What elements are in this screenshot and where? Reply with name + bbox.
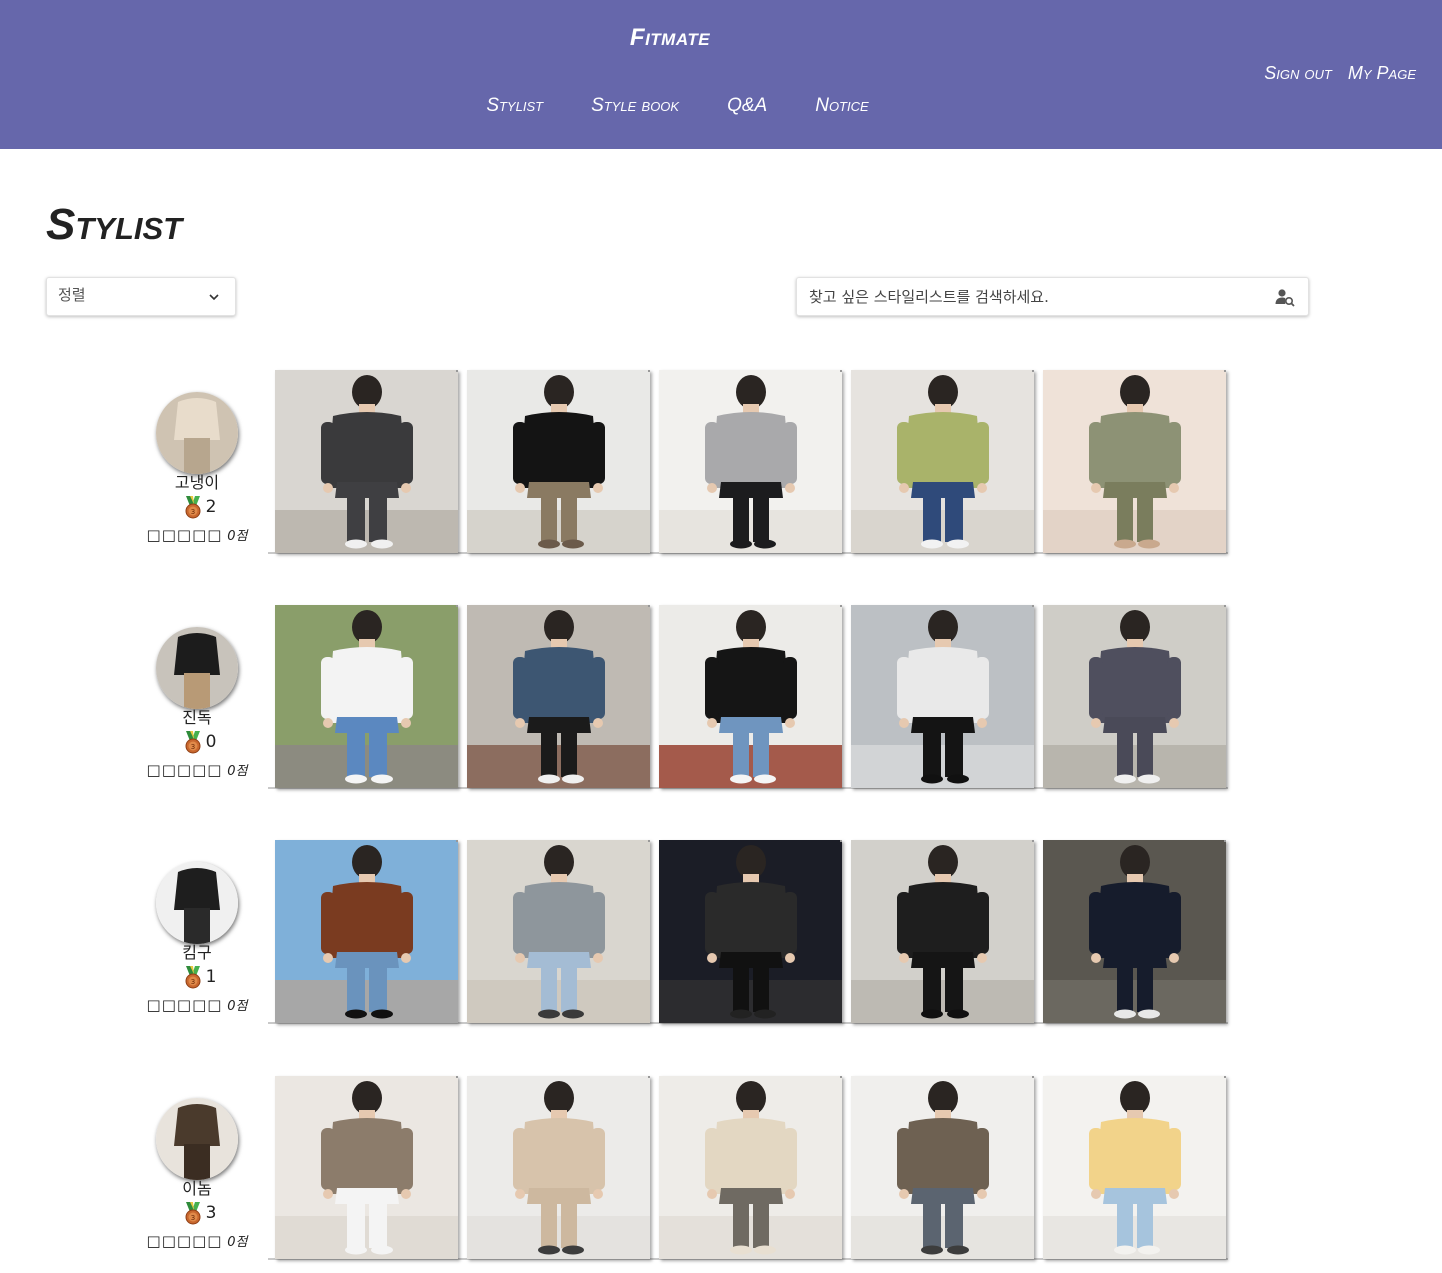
style-photo[interactable] bbox=[467, 370, 650, 553]
svg-text:3: 3 bbox=[190, 978, 194, 986]
my-page-link[interactable]: My Page bbox=[1348, 63, 1416, 84]
rating: □□□□□ 0점 bbox=[138, 760, 256, 779]
rating-score: 0점 bbox=[227, 529, 248, 544]
rating: □□□□□ 0점 bbox=[138, 995, 256, 1014]
rating: □□□□□ 0점 bbox=[138, 1231, 256, 1250]
nav-notice[interactable]: Notice bbox=[815, 95, 868, 117]
medal-count: 3 2 bbox=[138, 495, 256, 519]
svg-text:3: 3 bbox=[190, 508, 194, 516]
style-photo[interactable] bbox=[1043, 605, 1226, 788]
style-photo[interactable] bbox=[1043, 840, 1226, 1023]
style-photo[interactable] bbox=[275, 605, 458, 788]
bronze-medal-icon: 3 bbox=[182, 730, 204, 754]
svg-text:3: 3 bbox=[190, 1214, 194, 1222]
style-photo[interactable] bbox=[851, 370, 1034, 553]
svg-text:3: 3 bbox=[190, 743, 194, 751]
medal-count-value: 2 bbox=[205, 497, 217, 517]
bronze-medal-icon: 3 bbox=[182, 965, 204, 989]
top-header: Fitmate Stylist Style book Q&A Notice Si… bbox=[0, 0, 1442, 149]
rating-score: 0점 bbox=[227, 1235, 248, 1250]
stylist-name[interactable]: 고냉이 bbox=[138, 474, 256, 492]
rating-stars: □□□□□ bbox=[146, 761, 223, 779]
style-photo[interactable] bbox=[467, 1076, 650, 1259]
person-search-icon[interactable] bbox=[1274, 286, 1296, 308]
rating-stars: □□□□□ bbox=[146, 526, 223, 544]
stylist-row: 킴구 3 1 □□□□□ 0점 bbox=[0, 832, 1442, 1032]
style-photo-strip bbox=[268, 1068, 1228, 1260]
avatar[interactable] bbox=[156, 392, 238, 474]
stylist-row: 진독 3 0 □□□□□ 0점 bbox=[0, 597, 1442, 797]
style-photo[interactable] bbox=[1043, 370, 1226, 553]
medal-count: 3 0 bbox=[138, 730, 256, 754]
stylist-profile: 킴구 3 1 □□□□□ 0점 bbox=[138, 862, 256, 1014]
style-photo[interactable] bbox=[275, 1076, 458, 1259]
sort-select[interactable]: 정렬 bbox=[46, 277, 236, 316]
stylist-row: 이놈 3 3 □□□□□ 0점 bbox=[0, 1068, 1442, 1268]
stylist-name[interactable]: 이놈 bbox=[138, 1180, 256, 1198]
sort-select-label: 정렬 bbox=[58, 286, 86, 304]
main-nav: Stylist Style book Q&A Notice bbox=[0, 95, 1355, 117]
nav-qna[interactable]: Q&A bbox=[727, 95, 767, 117]
nav-style-book[interactable]: Style book bbox=[591, 95, 679, 117]
bronze-medal-icon: 3 bbox=[182, 495, 204, 519]
style-photo[interactable] bbox=[659, 840, 842, 1023]
avatar[interactable] bbox=[156, 862, 238, 944]
rating-stars: □□□□□ bbox=[146, 996, 223, 1014]
bronze-medal-icon: 3 bbox=[182, 1201, 204, 1225]
style-photo[interactable] bbox=[851, 1076, 1034, 1259]
nav-stylist[interactable]: Stylist bbox=[486, 95, 543, 117]
style-photo-strip bbox=[268, 597, 1228, 789]
medal-count-value: 1 bbox=[205, 967, 217, 987]
account-links: Sign out My Page bbox=[1264, 63, 1416, 84]
style-photo[interactable] bbox=[1043, 1076, 1226, 1259]
stylist-profile: 고냉이 3 2 □□□□□ 0점 bbox=[138, 392, 256, 544]
rating: □□□□□ 0점 bbox=[138, 525, 256, 544]
sign-out-link[interactable]: Sign out bbox=[1264, 63, 1332, 84]
style-photo[interactable] bbox=[275, 370, 458, 553]
style-photo[interactable] bbox=[659, 1076, 842, 1259]
medal-count: 3 3 bbox=[138, 1201, 256, 1225]
stylist-search-input[interactable] bbox=[809, 287, 1274, 306]
style-photo[interactable] bbox=[851, 605, 1034, 788]
medal-count: 3 1 bbox=[138, 965, 256, 989]
style-photo[interactable] bbox=[467, 605, 650, 788]
stylist-search-box bbox=[796, 277, 1309, 316]
stylist-name[interactable]: 킴구 bbox=[138, 944, 256, 962]
page-title: Stylist bbox=[46, 200, 183, 249]
avatar[interactable] bbox=[156, 1098, 238, 1180]
style-photo[interactable] bbox=[659, 605, 842, 788]
rating-score: 0점 bbox=[227, 764, 248, 779]
style-photo[interactable] bbox=[275, 840, 458, 1023]
stylist-profile: 이놈 3 3 □□□□□ 0점 bbox=[138, 1098, 256, 1250]
medal-count-value: 0 bbox=[205, 732, 217, 752]
style-photo[interactable] bbox=[467, 840, 650, 1023]
stylist-row: 고냉이 3 2 □□□□□ 0점 bbox=[0, 362, 1442, 562]
style-photo-strip bbox=[268, 362, 1228, 554]
medal-count-value: 3 bbox=[205, 1203, 217, 1223]
style-photo[interactable] bbox=[659, 370, 842, 553]
chevron-down-icon bbox=[209, 293, 219, 300]
style-photo-strip bbox=[268, 832, 1228, 1024]
stylist-profile: 진독 3 0 □□□□□ 0점 bbox=[138, 627, 256, 779]
rating-stars: □□□□□ bbox=[146, 1232, 223, 1250]
rating-score: 0점 bbox=[227, 999, 248, 1014]
style-photo[interactable] bbox=[851, 840, 1034, 1023]
brand-logo[interactable]: Fitmate bbox=[0, 24, 1340, 52]
avatar[interactable] bbox=[156, 627, 238, 709]
stylist-name[interactable]: 진독 bbox=[138, 709, 256, 727]
